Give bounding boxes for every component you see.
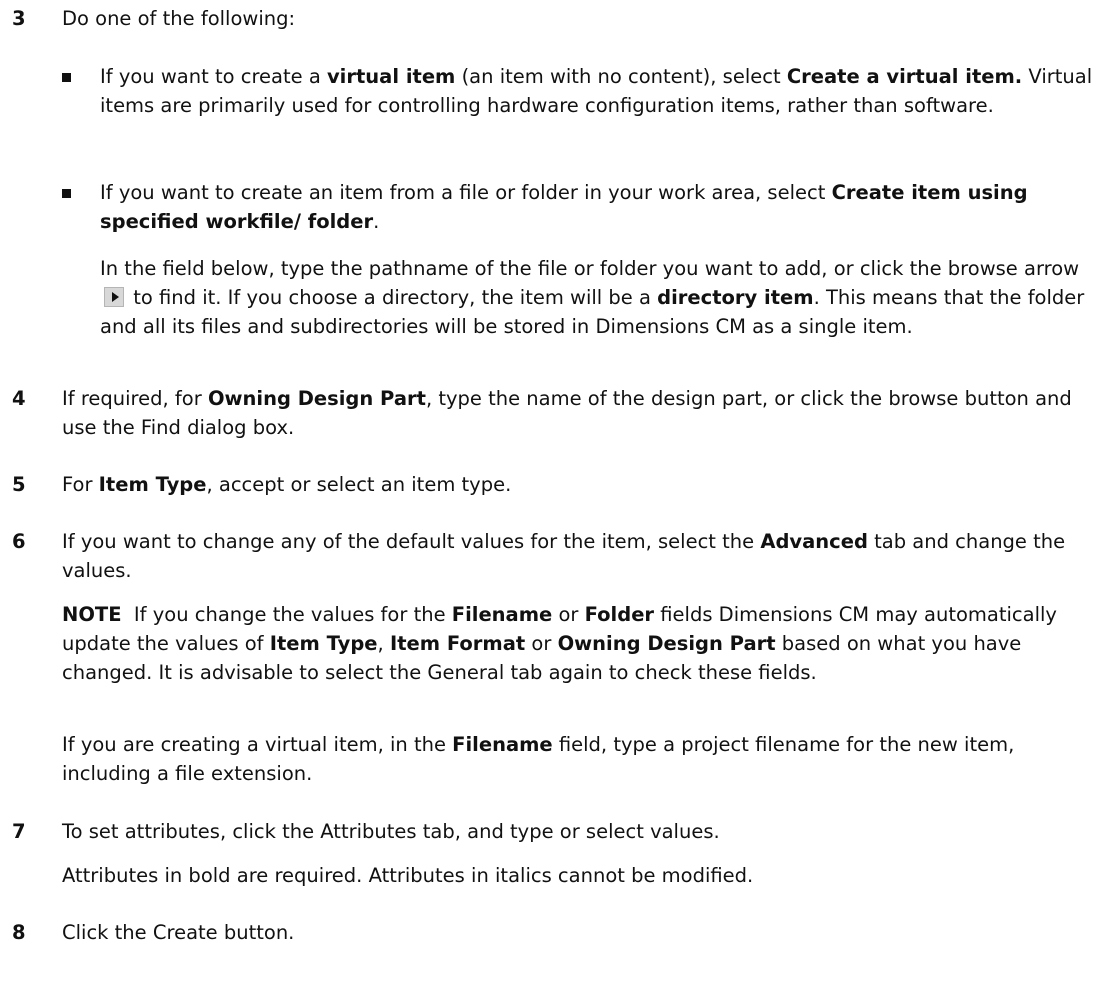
step-text: For Item Type, accept or select an item … [62,473,512,496]
paragraph-text: If you are creating a virtual item, in t… [62,733,1015,785]
step-number: 7 [12,820,26,843]
term-filename: Filename [452,733,553,756]
browse-arrow-icon [104,287,124,307]
note-text: NOTE If you change the values for the Fi… [62,603,1057,684]
document-page: 3 Do one of the following: If you want t… [0,0,1108,1001]
step-intro: Do one of the following: [62,7,296,30]
step-text: If you want to change any of the default… [62,530,1066,582]
paragraph-text: In the field below, type the pathname of… [100,257,1085,338]
paragraph-text: Attributes in bold are required. Attribu… [62,864,754,887]
square-bullet-icon [62,189,71,198]
term-owning-design-part: Owning Design Part [207,387,426,410]
term-virtual-item: virtual item [326,65,456,88]
bullet-text: If you want to create a virtual item (an… [100,65,1093,117]
term-item-type: Item Type [98,473,207,496]
step-number: 6 [12,530,26,553]
note-label: NOTE [62,603,122,626]
step-text: To set attributes, click the Attributes … [62,820,720,843]
term-directory-item: directory item [657,286,814,309]
step-text: Do one of the following: [62,4,1094,33]
term-create-virtual-item: Create a virtual item. [786,65,1023,88]
step-number: 3 [12,7,26,30]
step-text: If required, for Owning Design Part, typ… [62,387,1072,439]
square-bullet-icon [62,73,71,82]
step-number: 4 [12,387,26,410]
step-number: 8 [12,921,26,944]
step-text: Click the Create button. [62,921,295,944]
term-advanced: Advanced [760,530,868,553]
bullet-text: If you want to create an item from a fil… [100,181,1028,233]
step-number: 5 [12,473,26,496]
